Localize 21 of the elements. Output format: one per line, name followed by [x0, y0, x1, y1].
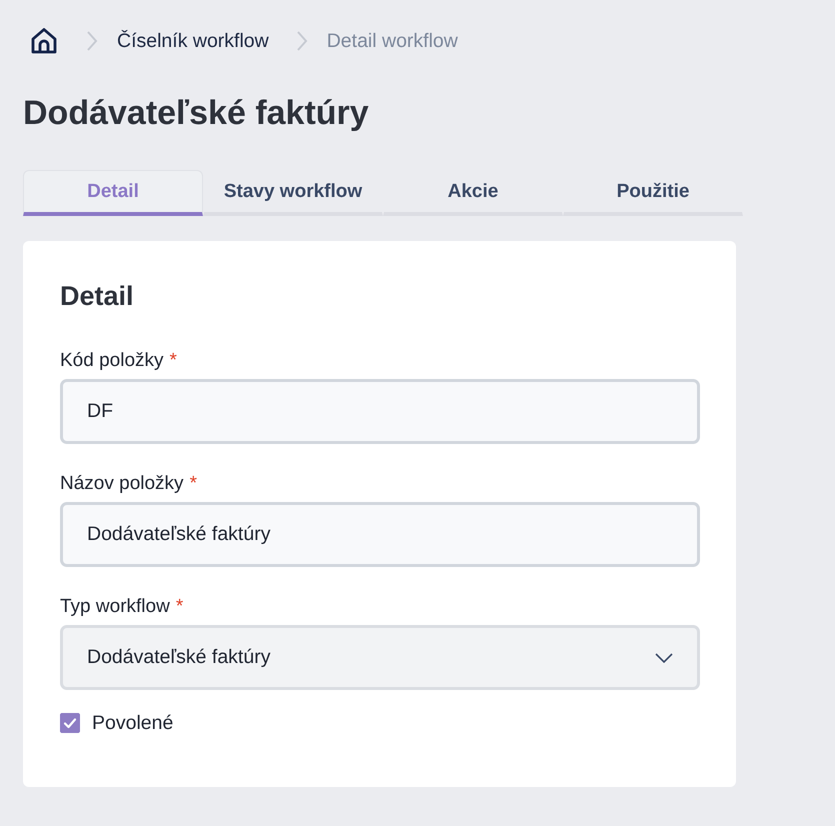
text-input[interactable]: Dodávateľské faktúry — [60, 502, 700, 567]
field-label: Kód položky — [60, 349, 164, 373]
breadcrumb-link[interactable]: Číselník workflow — [117, 30, 269, 52]
required-mark: * — [176, 595, 184, 619]
field-label: Názov položky — [60, 472, 184, 496]
chevron-icon — [296, 30, 308, 52]
checkbox[interactable] — [60, 713, 80, 733]
required-mark: * — [190, 472, 197, 496]
tab[interactable]: Stavy workflow — [203, 170, 383, 216]
checkbox-label[interactable]: Povolené — [92, 712, 174, 734]
required-mark: * — [170, 349, 177, 373]
field-label: Typ workflow — [60, 595, 170, 619]
tab[interactable]: Akcie — [383, 170, 563, 216]
page-title: Dodávateľské faktúry — [23, 93, 370, 133]
chevron-down-icon — [655, 652, 673, 662]
select-field[interactable]: Dodávateľské faktúry — [60, 625, 700, 690]
chevron-icon — [86, 30, 98, 52]
card-title: Detail — [60, 280, 135, 312]
home-icon[interactable] — [29, 26, 59, 56]
text-input[interactable]: DF — [60, 379, 700, 444]
tab[interactable]: Použitie — [563, 170, 743, 216]
